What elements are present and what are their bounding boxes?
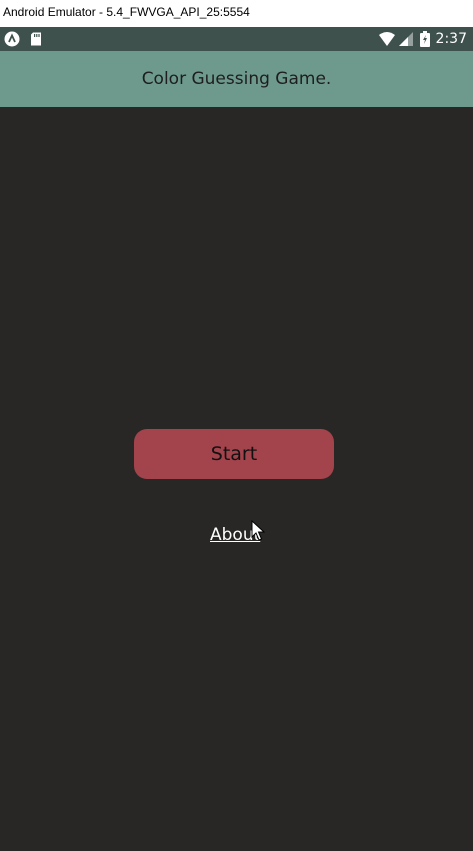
main-content: Start About [0,107,473,851]
start-button[interactable]: Start [134,429,334,479]
status-time: 2:37 [435,31,467,47]
launcher-icon [4,31,20,47]
signal-icon [398,31,414,47]
wifi-icon [378,31,396,47]
app-bar: Color Guessing Game. [0,51,473,107]
app-title: Color Guessing Game. [141,69,332,89]
status-bar: 2:37 [0,27,473,51]
sd-card-icon [28,31,44,47]
battery-charging-icon [419,31,430,47]
mouse-cursor-icon [251,519,266,542]
emulator-window-title: Android Emulator - 5.4_FWVGA_API_25:5554 [0,0,473,27]
